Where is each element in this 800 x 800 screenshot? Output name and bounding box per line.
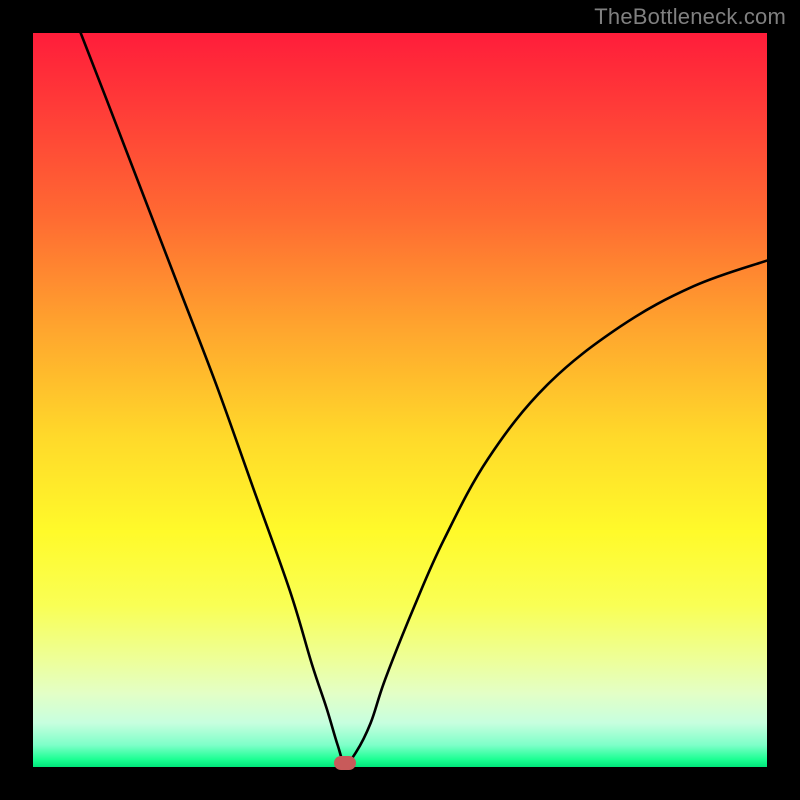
chart-container: TheBottleneck.com bbox=[0, 0, 800, 800]
plot-area bbox=[33, 33, 767, 767]
curve-svg bbox=[33, 33, 767, 767]
curve-path bbox=[81, 33, 767, 764]
watermark-label: TheBottleneck.com bbox=[594, 4, 786, 30]
optimal-marker bbox=[334, 756, 356, 770]
